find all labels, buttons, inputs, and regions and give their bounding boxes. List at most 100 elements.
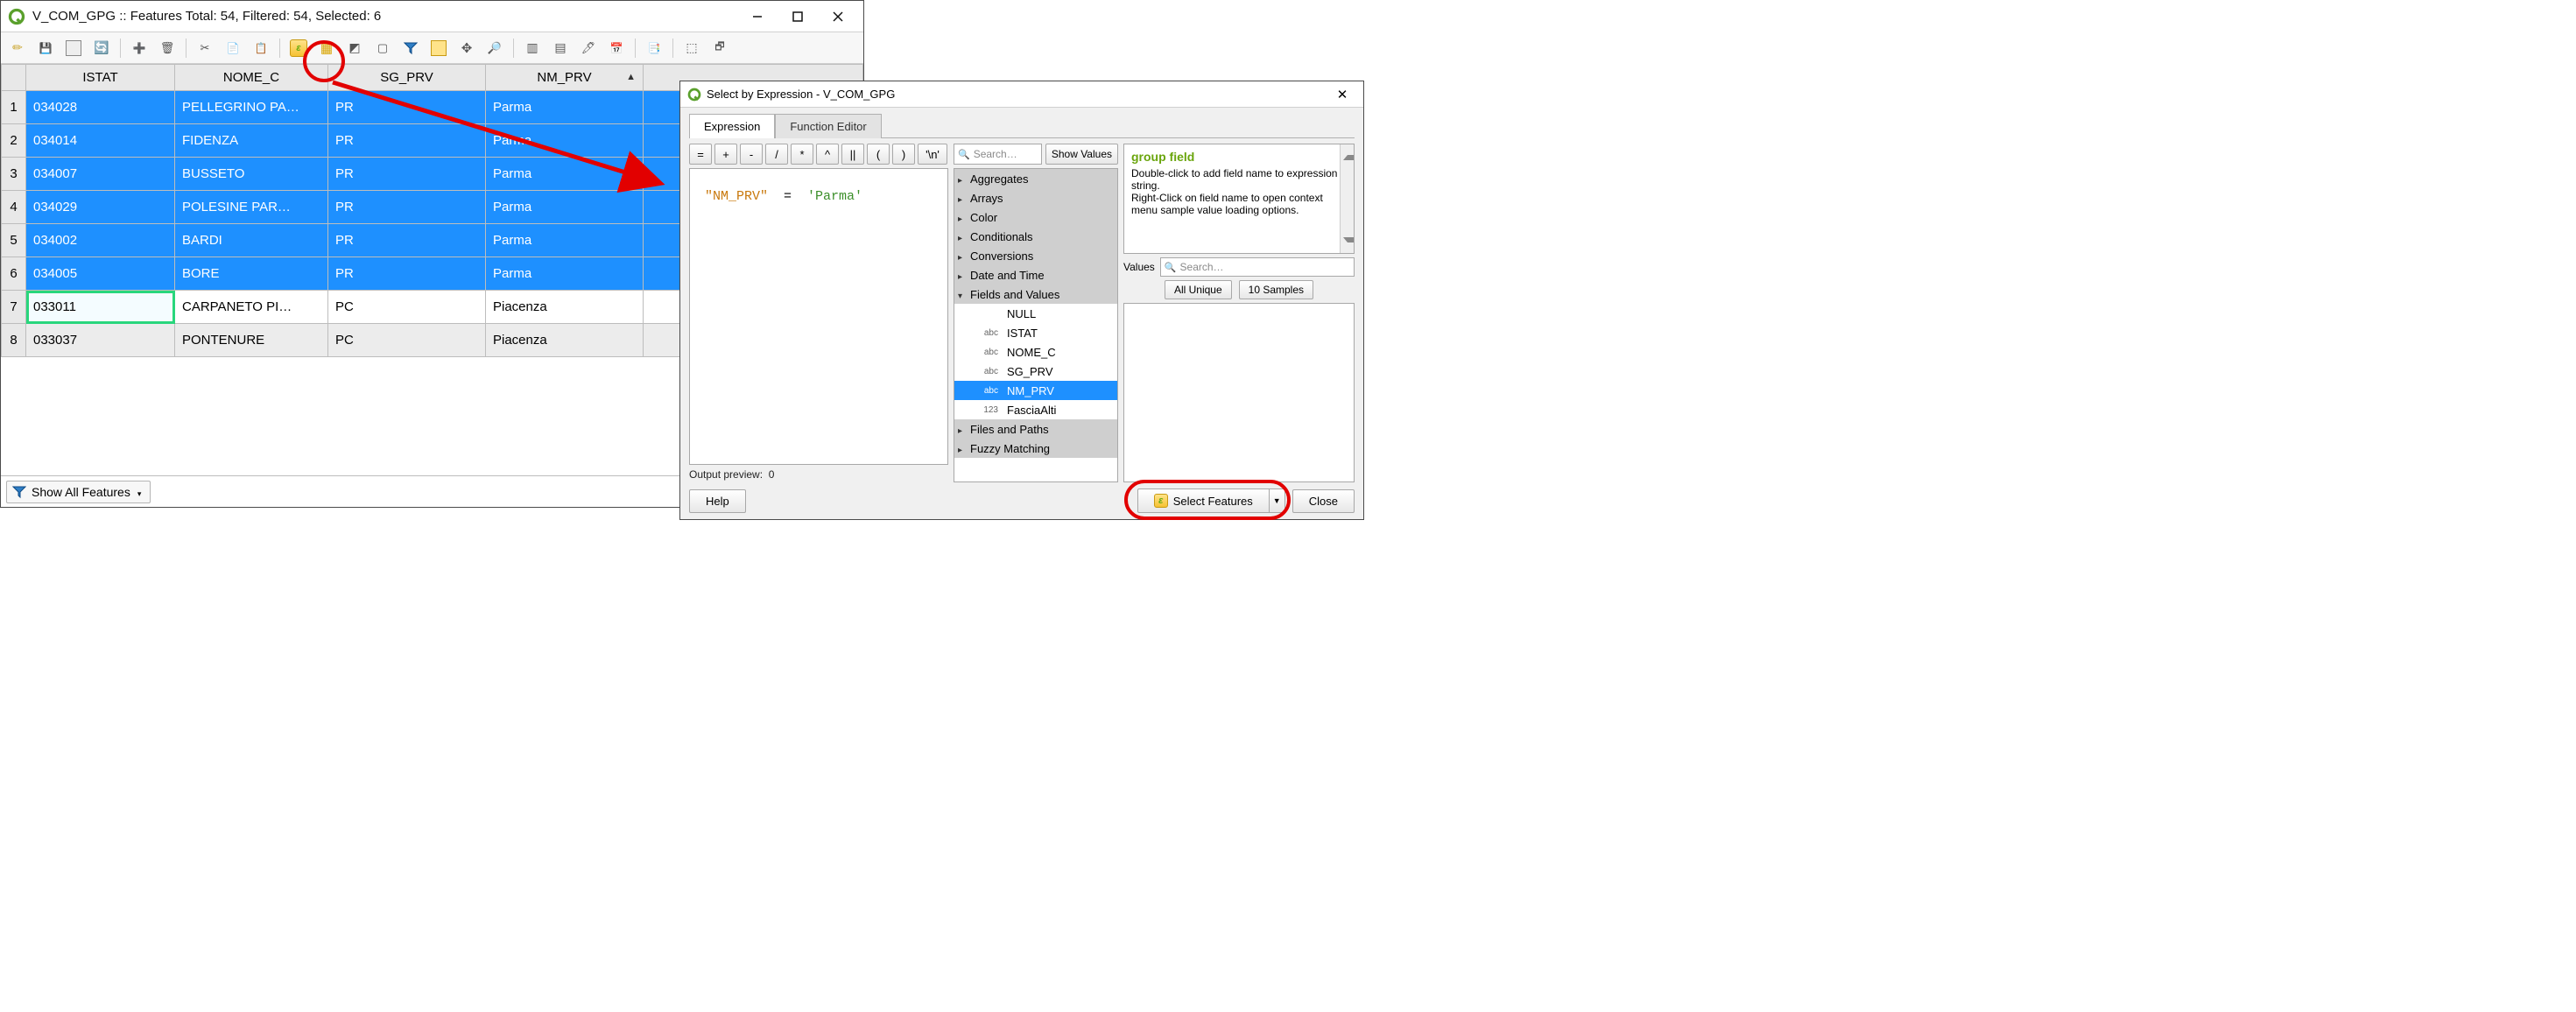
filter-selection-icon[interactable] <box>399 37 422 60</box>
operator-button[interactable]: ^ <box>816 144 839 165</box>
cell[interactable]: PONTENURE <box>175 324 328 357</box>
show-all-features-button[interactable]: Show All Features <box>6 481 151 503</box>
row-number-cell[interactable]: 3 <box>2 158 26 191</box>
cell[interactable]: 034007 <box>26 158 175 191</box>
cell[interactable]: PC <box>328 291 486 324</box>
multi-edit-icon[interactable] <box>62 37 85 60</box>
cell[interactable]: PR <box>328 224 486 257</box>
cell[interactable]: POLESINE PAR… <box>175 191 328 224</box>
dialog-close-button[interactable]: ✕ <box>1327 87 1358 102</box>
cell[interactable]: PR <box>328 124 486 158</box>
ten-samples-button[interactable]: 10 Samples <box>1239 280 1313 299</box>
cell[interactable]: 033037 <box>26 324 175 357</box>
function-search-input[interactable]: Search… <box>954 144 1042 165</box>
col-istat[interactable]: ISTAT <box>26 65 175 91</box>
row-number-cell[interactable]: 2 <box>2 124 26 158</box>
select-features-button[interactable]: Select Features <box>1137 488 1270 513</box>
operator-button[interactable]: / <box>765 144 788 165</box>
tree-group[interactable]: Aggregates <box>954 169 1117 188</box>
values-search-input[interactable]: Search… <box>1160 257 1355 277</box>
delete-feature-icon[interactable] <box>156 37 179 60</box>
operator-button[interactable]: = <box>689 144 712 165</box>
operator-button[interactable]: + <box>714 144 737 165</box>
toggle-editing-icon[interactable] <box>6 37 29 60</box>
tree-group[interactable]: Fields and Values <box>954 285 1117 304</box>
tree-group[interactable]: Color <box>954 207 1117 227</box>
col-nome-c[interactable]: NOME_C <box>175 65 328 91</box>
cell[interactable]: 034014 <box>26 124 175 158</box>
cut-icon[interactable] <box>194 37 216 60</box>
function-tree[interactable]: AggregatesArraysColorConditionalsConvers… <box>954 168 1118 482</box>
cell[interactable]: CARPANETO PI… <box>175 291 328 324</box>
operator-button[interactable]: || <box>841 144 864 165</box>
tree-field[interactable]: abcISTAT <box>954 323 1117 342</box>
cell[interactable]: PC <box>328 324 486 357</box>
cell[interactable]: Parma <box>486 224 644 257</box>
zoom-to-selected-icon[interactable] <box>483 37 506 60</box>
deselect-icon[interactable] <box>371 37 394 60</box>
help-button[interactable]: Help <box>689 489 746 513</box>
select-by-expression-button[interactable] <box>287 37 310 60</box>
new-field-icon[interactable] <box>521 37 544 60</box>
add-feature-icon[interactable] <box>128 37 151 60</box>
row-number-cell[interactable]: 1 <box>2 91 26 124</box>
tree-group[interactable]: Files and Paths <box>954 419 1117 439</box>
cell[interactable]: 034029 <box>26 191 175 224</box>
expression-editor[interactable]: "NM_PRV" = 'Parma' <box>689 168 948 465</box>
conditional-formatting-icon[interactable] <box>680 37 703 60</box>
rename-field-icon[interactable] <box>577 37 600 60</box>
cell[interactable]: Piacenza <box>486 291 644 324</box>
help-scrollbar[interactable] <box>1340 144 1354 253</box>
select-all-icon[interactable] <box>315 37 338 60</box>
cell[interactable]: PELLEGRINO PA… <box>175 91 328 124</box>
tree-group[interactable]: Arrays <box>954 188 1117 207</box>
tree-field[interactable]: abcSG_PRV <box>954 362 1117 381</box>
dock-icon[interactable] <box>708 37 731 60</box>
select-features-dropdown[interactable]: ▼ <box>1270 488 1285 513</box>
paste-icon[interactable] <box>250 37 272 60</box>
close-button[interactable]: Close <box>1292 489 1355 513</box>
cell[interactable]: 034005 <box>26 257 175 291</box>
tree-field[interactable]: NULL <box>954 304 1117 323</box>
all-unique-button[interactable]: All Unique <box>1165 280 1232 299</box>
save-edits-icon[interactable] <box>34 37 57 60</box>
cell[interactable]: Parma <box>486 191 644 224</box>
tree-field[interactable]: abcNM_PRV <box>954 381 1117 400</box>
invert-selection-icon[interactable] <box>343 37 366 60</box>
tree-group[interactable]: Conversions <box>954 246 1117 265</box>
operator-button[interactable]: '\n' <box>918 144 947 165</box>
row-number-cell[interactable]: 7 <box>2 291 26 324</box>
cell[interactable]: BARDI <box>175 224 328 257</box>
values-list[interactable] <box>1123 303 1355 482</box>
tree-group[interactable]: Date and Time <box>954 265 1117 285</box>
row-number-cell[interactable]: 4 <box>2 191 26 224</box>
row-number-cell[interactable]: 5 <box>2 224 26 257</box>
maximize-button[interactable] <box>778 4 818 30</box>
cell[interactable]: PR <box>328 257 486 291</box>
col-nm-prv[interactable]: NM_PRV▲ <box>486 65 644 91</box>
operator-button[interactable]: * <box>791 144 813 165</box>
cell[interactable]: Parma <box>486 158 644 191</box>
tree-field[interactable]: 123FasciaAlti <box>954 400 1117 419</box>
tree-field[interactable]: abcNOME_C <box>954 342 1117 362</box>
cell[interactable]: PR <box>328 191 486 224</box>
cell[interactable]: BUSSETO <box>175 158 328 191</box>
cell[interactable]: PR <box>328 158 486 191</box>
close-button[interactable] <box>818 4 858 30</box>
operator-button[interactable]: ( <box>867 144 890 165</box>
cell[interactable]: Parma <box>486 91 644 124</box>
cell[interactable]: FIDENZA <box>175 124 328 158</box>
tab-expression[interactable]: Expression <box>689 114 775 138</box>
row-number-cell[interactable]: 6 <box>2 257 26 291</box>
minimize-button[interactable] <box>737 4 778 30</box>
cell[interactable]: 033011 <box>26 291 175 324</box>
cell[interactable]: PR <box>328 91 486 124</box>
organize-columns-icon[interactable] <box>605 37 628 60</box>
move-top-icon[interactable] <box>427 37 450 60</box>
row-number-cell[interactable]: 8 <box>2 324 26 357</box>
tab-function-editor[interactable]: Function Editor <box>775 114 881 138</box>
cell[interactable]: BORE <box>175 257 328 291</box>
show-values-button[interactable]: Show Values <box>1045 144 1118 165</box>
reload-icon[interactable] <box>90 37 113 60</box>
copy-icon[interactable] <box>222 37 244 60</box>
